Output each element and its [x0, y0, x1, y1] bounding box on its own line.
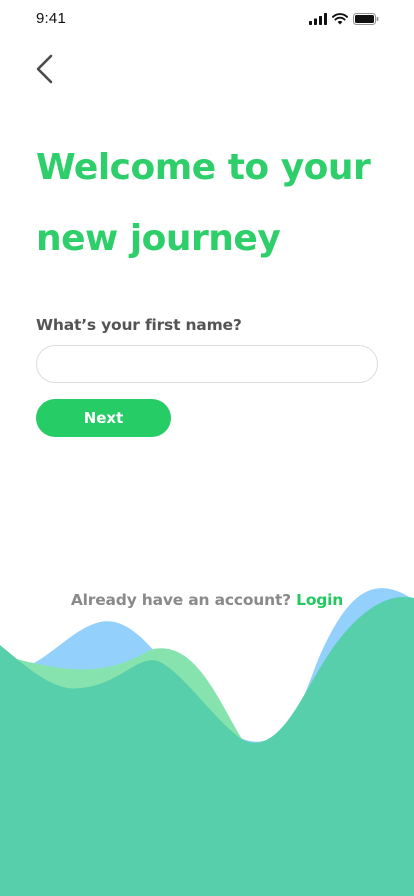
first-name-input[interactable] — [36, 345, 378, 383]
decorative-waves — [0, 588, 414, 896]
title-line-2: new journey — [36, 218, 281, 259]
status-icons — [309, 12, 379, 26]
signup-screen: 9:41 Welcome to your new journey What’s … — [0, 0, 414, 896]
cellular-signal-icon — [309, 13, 327, 25]
battery-icon — [353, 13, 379, 25]
wifi-icon — [332, 13, 348, 25]
title-line-1: Welcome to your — [36, 147, 371, 188]
next-button[interactable]: Next — [36, 399, 171, 437]
back-button[interactable] — [30, 52, 60, 86]
status-bar: 9:41 — [0, 0, 414, 40]
first-name-label: What’s your first name? — [36, 316, 242, 334]
account-prompt: Already have an account? Login — [0, 591, 414, 609]
status-time: 9:41 — [36, 10, 66, 27]
account-prompt-text: Already have an account? — [70, 591, 291, 609]
login-link[interactable]: Login — [296, 591, 343, 609]
wave-teal — [0, 596, 414, 896]
chevron-left-icon — [36, 54, 53, 84]
page-title: Welcome to your new journey — [36, 132, 406, 274]
